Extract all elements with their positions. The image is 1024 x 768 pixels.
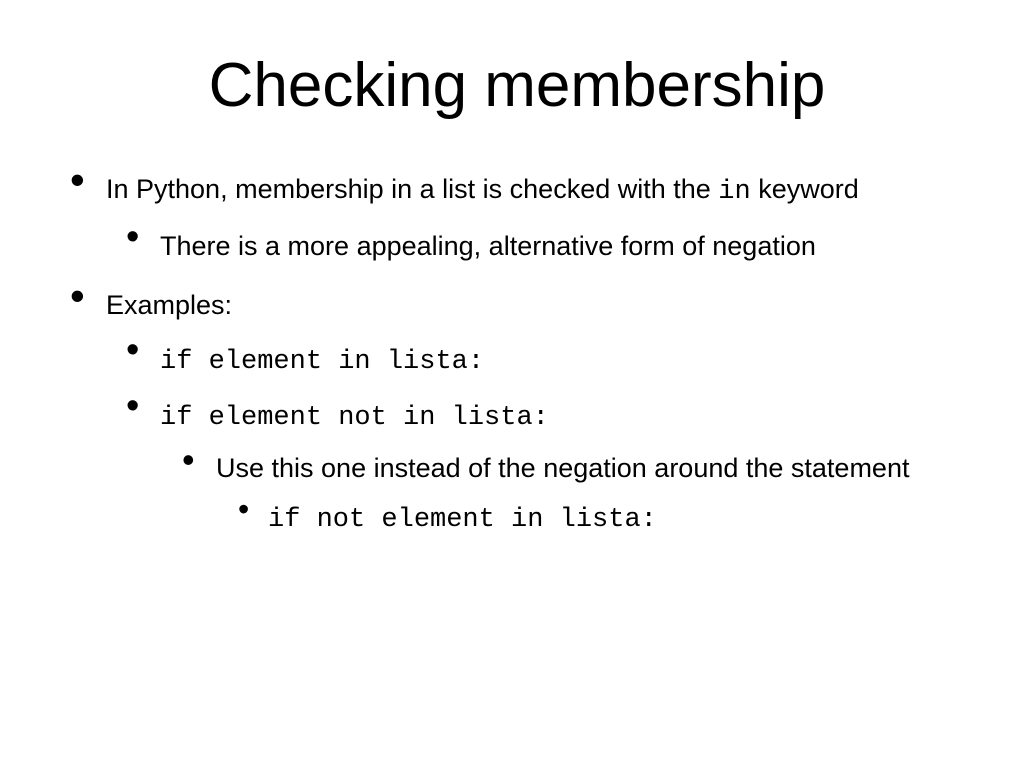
- slide-title: Checking membership: [70, 50, 964, 121]
- code-text: if not element in lista:: [268, 505, 657, 535]
- bullet-item: if element not in lista: Use this one in…: [126, 397, 964, 538]
- bullet-item: if element in lista:: [126, 341, 964, 380]
- bullet-list-level4: if not element in lista:: [238, 499, 964, 538]
- bullet-list-level2: There is a more appealing, alternative f…: [126, 228, 964, 264]
- bullet-item: In Python, membership in a list is check…: [70, 171, 964, 265]
- bullet-text: There is a more appealing, alternative f…: [160, 231, 816, 261]
- bullet-text: Use this one instead of the negation aro…: [216, 453, 909, 483]
- bullet-item: Use this one instead of the negation aro…: [182, 450, 964, 538]
- bullet-list-level2: if element in lista: if element not in l…: [126, 341, 964, 538]
- code-text: if element not in lista:: [160, 403, 549, 433]
- bullet-list-level3: Use this one instead of the negation aro…: [182, 450, 964, 538]
- bullet-text: Examples:: [106, 290, 232, 320]
- bullet-list-level1: In Python, membership in a list is check…: [70, 171, 964, 538]
- bullet-item: if not element in lista:: [238, 499, 964, 538]
- bullet-item: There is a more appealing, alternative f…: [126, 228, 964, 264]
- bullet-text: keyword: [751, 174, 859, 204]
- code-text: if element in lista:: [160, 347, 484, 377]
- bullet-text: In Python, membership in a list is check…: [106, 174, 718, 204]
- bullet-item: Examples: if element in lista: if elemen…: [70, 287, 964, 538]
- code-text: in: [718, 177, 750, 207]
